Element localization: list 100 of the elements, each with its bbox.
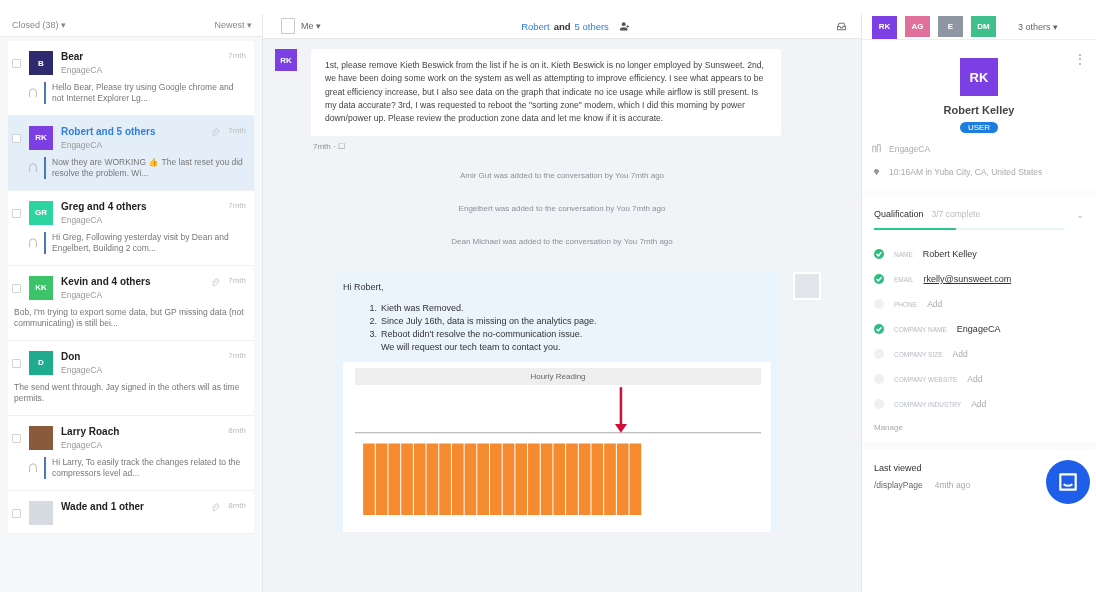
chart-bar: [375, 443, 388, 515]
participants-link[interactable]: 5 others: [574, 20, 609, 32]
chart-bar: [604, 443, 616, 515]
chart-bar: [426, 443, 439, 515]
chart-bar: [578, 443, 591, 515]
contact-name: Kevin and 4 others: [61, 275, 152, 287]
contact-name: Bear: [61, 51, 85, 62]
more-options-icon[interactable]: ⋮: [1074, 52, 1086, 66]
message-meta: 7mth · ☐: [313, 141, 346, 151]
avatar: KK: [29, 275, 53, 300]
checkbox[interactable]: [12, 433, 21, 443]
message-preview: Hi Greg, Following yesterday visit by Dean and Engelbert, Building 2 com...: [52, 231, 230, 255]
company-name: EngageCA: [61, 65, 104, 75]
contact-name: Robert and 5 others: [61, 125, 157, 137]
contact-name: Larry Roach: [61, 425, 121, 437]
contact-name: Don: [61, 350, 82, 362]
filter-dropdown[interactable]: Closed (38) ▾: [12, 20, 67, 30]
title-text: and: [553, 20, 571, 32]
chart-bar: [502, 443, 515, 515]
chart-bar: [629, 443, 642, 515]
checkbox[interactable]: [12, 133, 21, 143]
company-name: EngageCA: [889, 143, 931, 156]
manage-link[interactable]: Manage: [874, 422, 903, 432]
page-link[interactable]: /displayPage: [874, 478, 923, 492]
sort-dropdown[interactable]: Newest ▾: [214, 20, 252, 30]
add-link[interactable]: Add: [967, 374, 983, 384]
chat-icon: [1057, 470, 1079, 493]
participants-link[interactable]: Robert: [521, 20, 550, 32]
checkbox[interactable]: [12, 358, 21, 368]
add-link[interactable]: Add: [952, 349, 968, 359]
avatar: GR: [29, 200, 53, 225]
company-name: EngageCA: [61, 289, 104, 300]
location-text: 10:16AM in Yuba City, CA, United States: [889, 165, 1043, 179]
user-badge: USER: [959, 122, 999, 133]
avatar: RK: [960, 58, 998, 96]
section-title: Last viewed: [874, 462, 922, 473]
list-item: Kieth was Removed.: [381, 301, 464, 315]
building-icon: [872, 144, 881, 153]
chat-launcher-button[interactable]: [1046, 459, 1090, 504]
chart-bar: [439, 443, 451, 515]
field-value: Robert Kelley: [922, 249, 977, 259]
checkbox[interactable]: [12, 59, 21, 68]
message-preview: Bob, I'm trying to export some data, but GP missing data (not communicating) is still bei...: [14, 306, 245, 330]
company-name: EngageCA: [61, 439, 104, 450]
contact-name: Greg and 4 others: [61, 200, 148, 212]
email-link[interactable]: rkelly@sunsweet.com: [923, 274, 1012, 284]
more-participants-dropdown[interactable]: 3 others ▾: [1012, 20, 1065, 33]
chart-bar: [464, 443, 477, 515]
contact-name: Robert Kelley: [943, 104, 1015, 116]
chart-title: Hourly Reading: [530, 371, 586, 381]
avatar: RK: [275, 49, 297, 71]
participant-tab[interactable]: RK: [872, 16, 897, 37]
list-number: 1.: [368, 301, 377, 315]
chart-bar: [528, 443, 540, 515]
field-value: EngageCA: [956, 324, 1001, 334]
participant-tab[interactable]: AG: [905, 16, 930, 37]
list-item: Reboot didn't resolve the no-communication issue.: [381, 327, 583, 341]
chart-bar: [553, 443, 566, 515]
list-number: 2.: [368, 314, 377, 328]
chart-bar: [490, 443, 502, 515]
chart-bar: [515, 443, 528, 515]
event-text: Engelbert was added to the conversation by You 7mth ago: [458, 203, 666, 213]
timestamp: 4mth ago: [934, 478, 971, 492]
participant-tab[interactable]: DM: [971, 16, 996, 37]
message-preview: The send went through. Jay signed in the others will as time permits.: [14, 381, 241, 405]
message-bubble: 1st, please remove Kieth Beswick from the list if he is on it. Kieth Beswick is no longer employed by Sunsweet. 2nd, we have been doing some work on the system as well as attempting to improve efficiency. I see what appears to be great efficiency increase, but I also see data on the graph that indicate no ice usage while airflow is still present. Is my data accurate? 3rd, I was requested to reboot the "sorting zone" modem, which I did this morning by power down/power up. Please review the production zone data and let me know if it is accurate.: [311, 49, 781, 136]
chart-bar: [566, 443, 578, 515]
down-arrow: [614, 386, 627, 433]
add-link[interactable]: Add: [971, 399, 987, 409]
chart-bar: [616, 443, 629, 515]
chart-bar: [401, 443, 413, 515]
checkbox[interactable]: [12, 208, 21, 218]
message-preview: Hello Bear, Please try using Google chrome and not Internet Explorer Lg...: [52, 82, 235, 105]
chart-bar: [591, 443, 604, 515]
message-preview: Now they are WORKING 👍 The last reset you did resolve the problem. Wi...: [52, 156, 244, 180]
inbox-icon[interactable]: [836, 20, 847, 32]
list-item: Since July 16th, data is missing on the analytics page.: [381, 314, 597, 328]
add-link[interactable]: Add: [927, 299, 943, 309]
checkbox[interactable]: [12, 283, 21, 293]
chart-bar: [363, 443, 375, 515]
section-title: Qualification: [874, 209, 924, 219]
participant-tab[interactable]: E: [938, 16, 963, 37]
company-name: EngageCA: [61, 214, 104, 225]
event-text: Dean Michael was added to the conversation by You 7mth ago: [451, 236, 673, 246]
chart-bar: [413, 443, 426, 515]
list-note: We will request our tech team to contact you.: [381, 340, 561, 354]
add-person-icon[interactable]: [618, 20, 630, 32]
avatar: D: [29, 350, 53, 375]
chart-bar: [451, 443, 464, 515]
message-preview: Hi Larry, To easily track the changes related to the compressors level ad...: [52, 456, 242, 480]
assignee-dropdown[interactable]: Me ▾: [281, 18, 321, 34]
contact-name: Wade and 1 other: [61, 500, 145, 512]
checkbox[interactable]: [12, 508, 21, 518]
greeting-text: Hi Robert,: [343, 281, 385, 292]
company-name: EngageCA: [61, 364, 104, 375]
avatar: B: [29, 51, 53, 75]
chart-bar: [477, 443, 489, 515]
chart-bar: [388, 443, 401, 515]
list-number: 3.: [368, 327, 377, 341]
event-text: Amir Gut was added to the conversation by You 7mth ago: [459, 170, 665, 180]
